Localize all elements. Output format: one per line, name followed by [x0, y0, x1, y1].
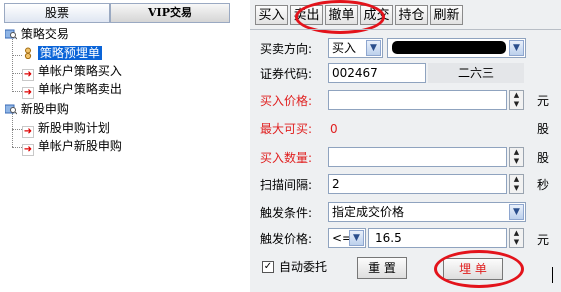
- folder-search-icon: [4, 103, 18, 115]
- trigger-price-input[interactable]: 16.5: [368, 228, 507, 248]
- chevron-down-icon[interactable]: ▼: [349, 230, 364, 246]
- direction-value: 买入: [332, 41, 357, 55]
- qty-spinner[interactable]: ▲ ▼: [509, 147, 524, 167]
- tree-item-ipo-plan[interactable]: ➜ 新股申购计划: [22, 120, 110, 138]
- trigger-op-select[interactable]: <= ▼: [328, 228, 366, 248]
- chevron-down-icon[interactable]: ▼: [509, 204, 524, 220]
- interval-spinner[interactable]: ▲ ▼: [509, 174, 524, 194]
- price-spinner[interactable]: ▲ ▼: [509, 90, 524, 110]
- trigger-price-label: 触发价格:: [260, 232, 313, 246]
- price-input[interactable]: [328, 90, 507, 110]
- price-unit: 元: [537, 94, 550, 108]
- price-label: 买入价格:: [260, 94, 313, 108]
- positions-button[interactable]: 持仓: [395, 5, 428, 25]
- red-arrow-icon: ➜: [22, 69, 34, 81]
- maxbuy-value: 0: [330, 122, 338, 136]
- code-input[interactable]: 002467: [328, 63, 426, 83]
- tree-line: [12, 113, 13, 147]
- tab-stocks[interactable]: 股票: [4, 3, 110, 23]
- account-select[interactable]: ▼: [387, 38, 526, 58]
- tree-label: 策略交易: [20, 27, 69, 41]
- folder-search-icon: [4, 28, 18, 40]
- tree-label: 单帐户新股申购: [37, 139, 122, 153]
- tab-vip[interactable]: VIP交易: [110, 3, 230, 23]
- reset-button[interactable]: 重 置: [357, 257, 407, 279]
- trigger-price-unit: 元: [537, 233, 550, 247]
- qty-input[interactable]: [328, 147, 507, 167]
- tree-node-strategy[interactable]: 策略交易: [4, 26, 69, 43]
- red-annotation-circle: [434, 250, 524, 288]
- maxbuy-unit: 股: [537, 122, 550, 136]
- tree-label: 单帐户策略买入: [37, 64, 122, 78]
- person-icon: [22, 47, 34, 60]
- trigger-price-spinner[interactable]: ▲ ▼: [509, 228, 524, 248]
- condition-label: 触发条件:: [260, 206, 313, 220]
- stock-name: 二六三: [428, 63, 524, 83]
- qty-unit: 股: [537, 151, 550, 165]
- red-arrow-icon: ➜: [22, 87, 34, 99]
- auto-checkbox[interactable]: ✓: [262, 261, 274, 273]
- redacted-account: [392, 41, 506, 54]
- tree-item-single-buy[interactable]: ➜ 单帐户策略买入: [22, 63, 122, 81]
- chevron-down-icon[interactable]: ▼: [509, 40, 524, 56]
- direction-label: 买卖方向:: [260, 42, 313, 56]
- auto-label: 自动委托: [279, 260, 328, 274]
- divider: [250, 29, 561, 30]
- tree-label: 新股申购: [20, 102, 69, 116]
- direction-select[interactable]: 买入 ▼: [328, 38, 383, 58]
- refresh-button[interactable]: 刷新: [430, 5, 463, 25]
- tree-line: [12, 147, 22, 148]
- buy-button[interactable]: 买入: [255, 5, 288, 25]
- text-cursor: [552, 267, 553, 283]
- code-label: 证券代码:: [260, 67, 313, 81]
- tree-label: 策略预埋单: [37, 46, 102, 60]
- tree-item-single-ipo[interactable]: ➜ 单帐户新股申购: [22, 138, 122, 156]
- tree-item-single-sell[interactable]: ➜ 单帐户策略卖出: [22, 81, 122, 99]
- tree-label: 单帐户策略卖出: [37, 82, 122, 96]
- tree-line: [12, 73, 22, 74]
- tree-line: [12, 91, 22, 92]
- qty-label: 买入数量:: [260, 151, 313, 165]
- order-panel: 买入 卖出 撤单 成交 持仓 刷新 买卖方向: 买入 ▼ ▼ 证券代码: 002…: [250, 0, 561, 292]
- tree-line: [12, 129, 22, 130]
- chevron-down-icon[interactable]: ▼: [366, 40, 381, 56]
- tree-line: [12, 37, 13, 92]
- tree-line: [12, 55, 22, 56]
- red-arrow-icon: ➜: [22, 144, 34, 156]
- tree-node-ipo[interactable]: 新股申购: [4, 101, 69, 118]
- left-panel: 股票 VIP交易 策略交易 策略预埋单 ➜ 单帐户策略买入 ➜ 单帐户策略卖出 …: [0, 0, 240, 292]
- tree-label: 新股申购计划: [37, 121, 110, 135]
- condition-select[interactable]: 指定成交价格 ▼: [328, 202, 526, 222]
- tree-item-pre-order[interactable]: 策略预埋单: [22, 45, 102, 62]
- condition-value: 指定成交价格: [332, 205, 405, 219]
- interval-unit: 秒: [537, 178, 550, 192]
- red-arrow-icon: ➜: [22, 126, 34, 138]
- interval-input[interactable]: 2: [328, 174, 507, 194]
- interval-label: 扫描间隔:: [260, 178, 313, 192]
- maxbuy-label: 最大可买:: [260, 122, 313, 136]
